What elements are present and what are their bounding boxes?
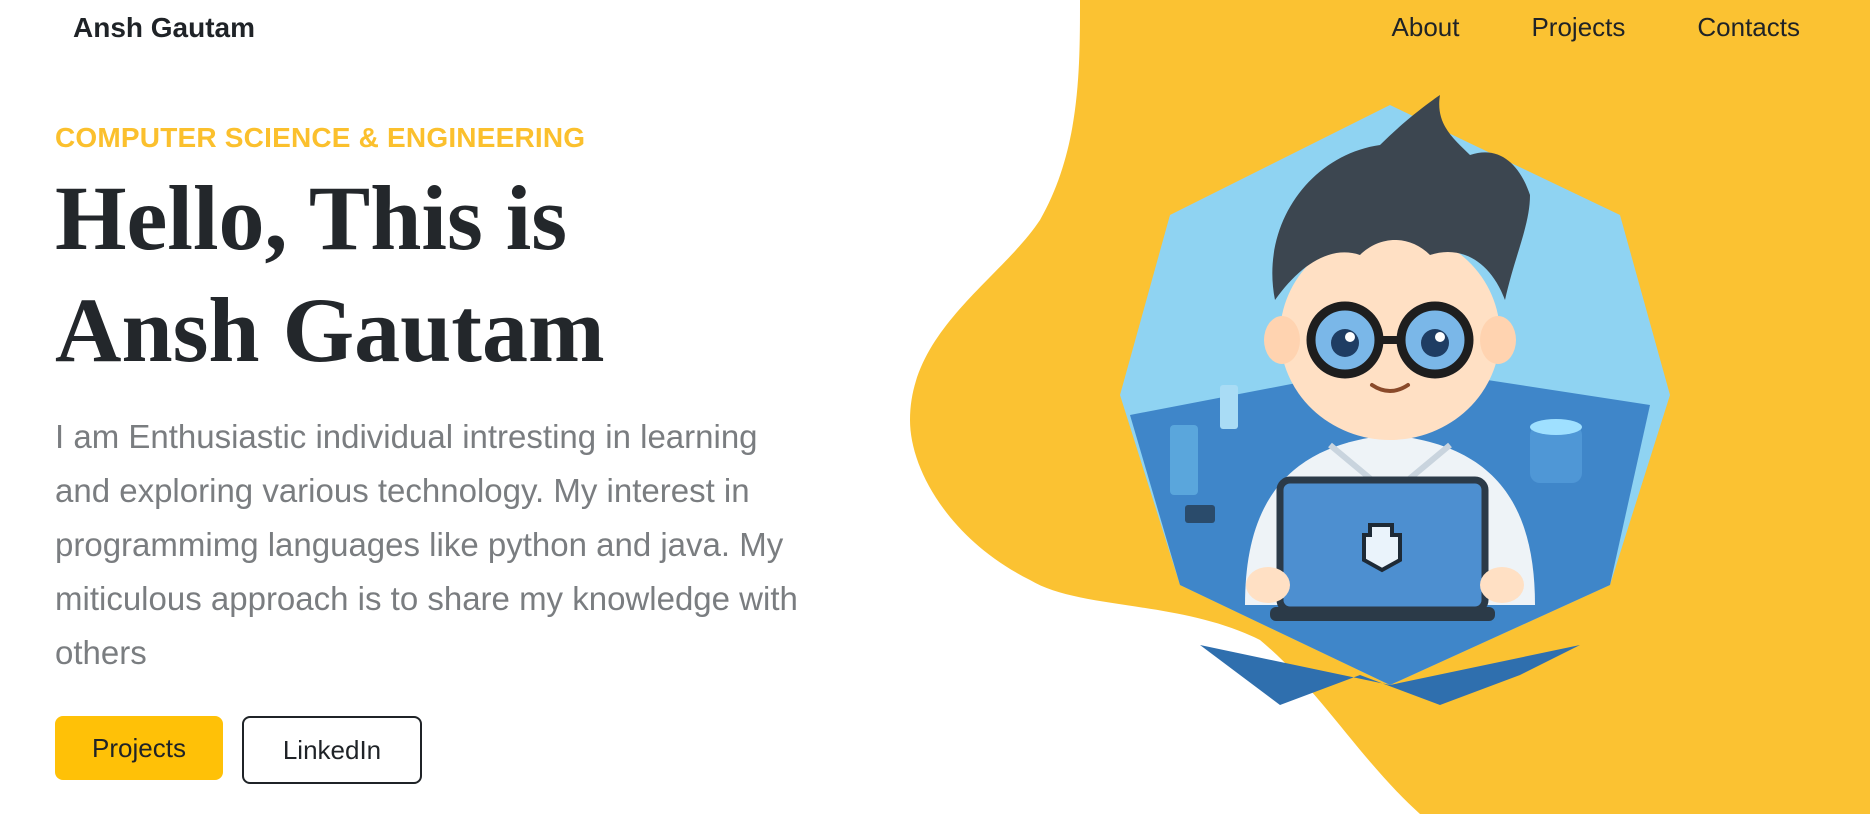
hero-actions: Projects LinkedIn xyxy=(55,716,815,784)
nav-link-about[interactable]: About xyxy=(1392,12,1460,42)
main-nav: About Projects Contacts xyxy=(1392,12,1800,43)
projects-button[interactable]: Projects xyxy=(55,716,223,780)
hero-headline: Hello, This is Ansh Gautam xyxy=(55,162,815,386)
linkedin-button[interactable]: LinkedIn xyxy=(242,716,422,784)
hero-headline-line-2: Ansh Gautam xyxy=(55,279,605,381)
site-brand[interactable]: Ansh Gautam xyxy=(73,12,255,44)
hero-bio: I am Enthusiastic individual intresting … xyxy=(55,418,798,671)
hero-eyebrow: COMPUTER SCIENCE & ENGINEERING xyxy=(55,122,586,153)
nav-link-contacts[interactable]: Contacts xyxy=(1697,12,1800,42)
page: Ansh Gautam About Projects Contacts COMP… xyxy=(0,0,1870,814)
hero-headline-line-1: Hello, This is xyxy=(55,167,568,269)
nav-link-projects[interactable]: Projects xyxy=(1531,12,1625,42)
nav-item-about: About xyxy=(1392,12,1460,43)
nav-item-projects: Projects xyxy=(1531,12,1625,43)
avatar-illustration-icon xyxy=(1120,95,1670,705)
hero-section: COMPUTER SCIENCE & ENGINEERING Hello, Th… xyxy=(55,122,815,784)
nav-item-contacts: Contacts xyxy=(1697,12,1800,43)
